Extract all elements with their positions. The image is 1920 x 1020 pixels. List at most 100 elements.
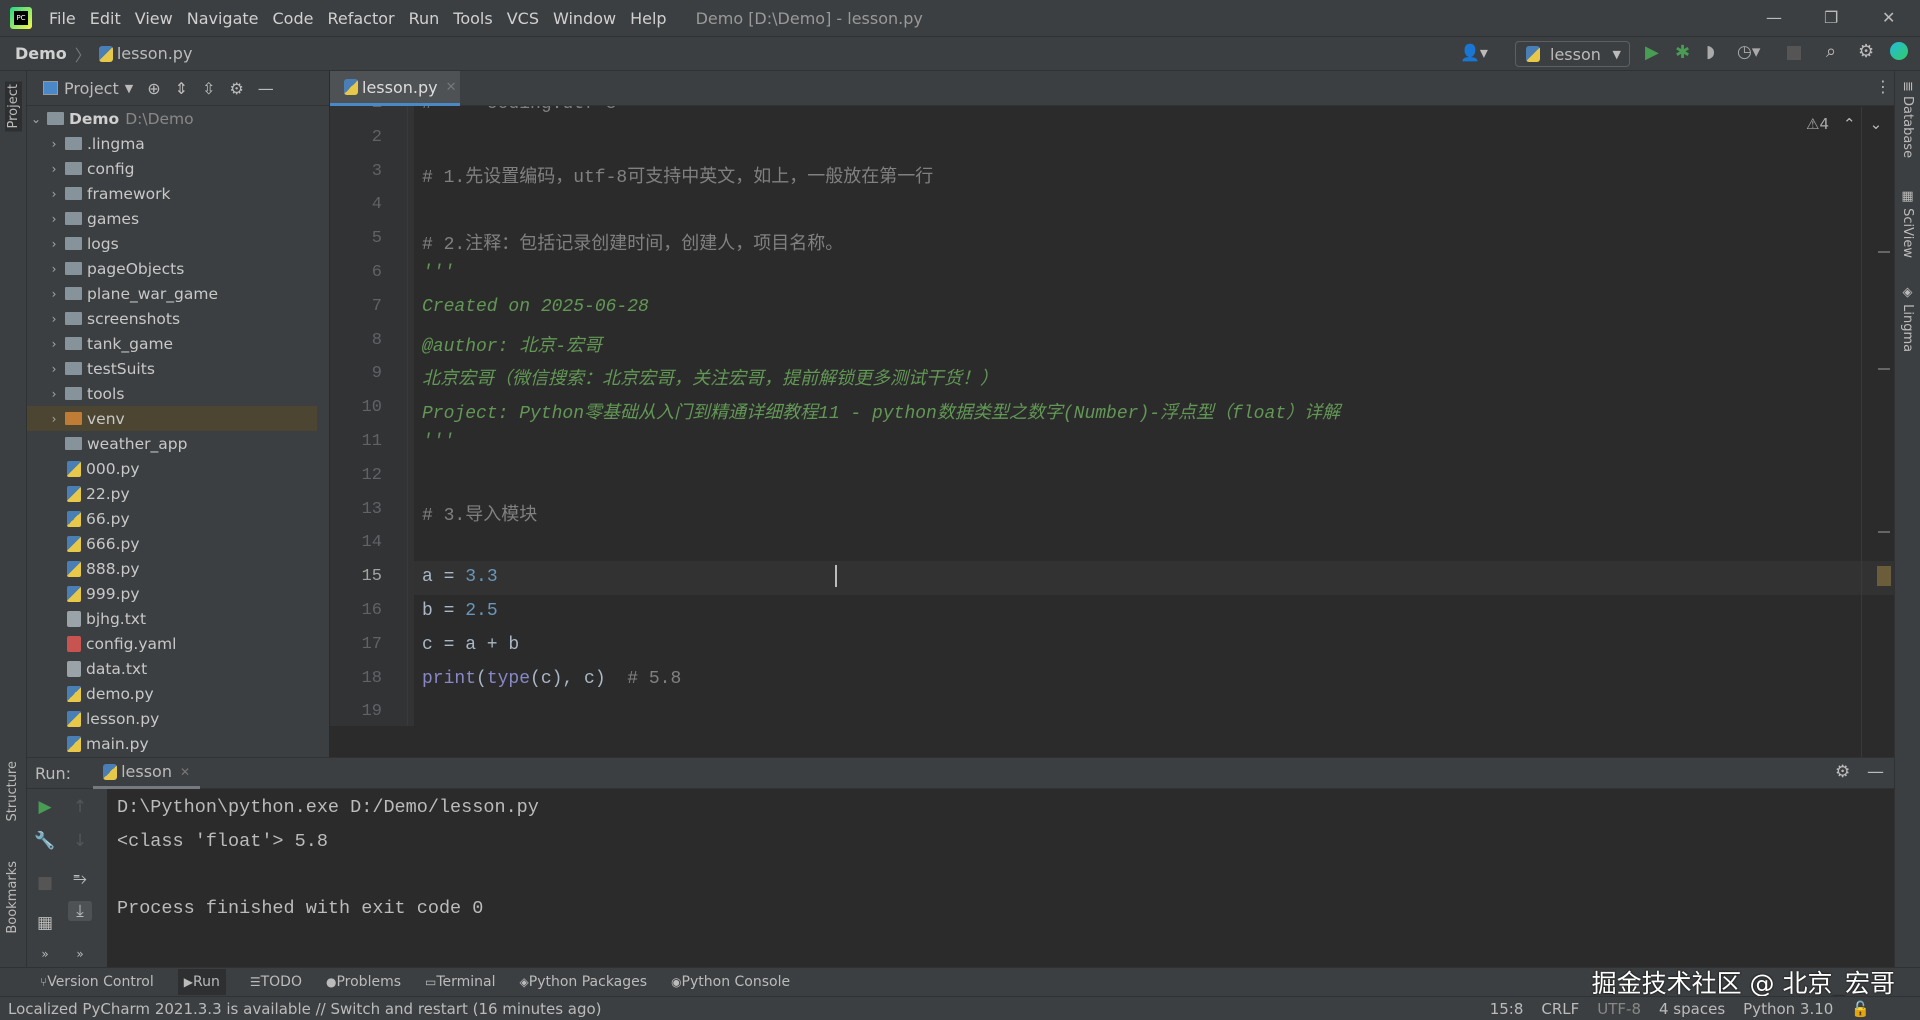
hide-icon[interactable]: — (1867, 762, 1884, 782)
tree-item[interactable]: main.py (27, 731, 317, 756)
file-encoding[interactable]: UTF-8 (1597, 1000, 1641, 1018)
tree-item[interactable]: › .lingma (27, 131, 317, 156)
code-line[interactable]: # 1.先设置编码，utf-8可支持中英文，如上，一般放在第一行 (422, 162, 933, 188)
project-view-selector[interactable]: Project ▼ (43, 79, 133, 98)
interpreter[interactable]: Python 3.10 (1743, 1000, 1833, 1018)
menu-view[interactable]: View (128, 9, 180, 28)
code-line[interactable]: @author: 北京-宏哥 (422, 331, 602, 357)
tree-item[interactable]: bjhg.txt (27, 606, 317, 631)
chevron-right-icon[interactable]: › (47, 162, 61, 176)
chevron-right-icon[interactable]: › (47, 362, 61, 376)
code-line[interactable]: # 3.导入模块 (422, 500, 537, 526)
chevron-right-icon[interactable]: › (47, 262, 61, 276)
tree-item[interactable]: › screenshots (27, 306, 317, 331)
tool-terminal[interactable]: ▭ Terminal (425, 974, 496, 990)
console-output[interactable]: D:\Python\python.exe D:/Demo/lesson.py <c… (27, 789, 1894, 968)
scroll-thumb[interactable] (1877, 566, 1891, 586)
profile-icon[interactable]: ◷▾ (1737, 42, 1760, 62)
line-separator[interactable]: CRLF (1541, 1000, 1579, 1018)
lingma-tool-button[interactable]: ◈ Lingma (1900, 285, 1915, 352)
tree-item[interactable]: 999.py (27, 581, 317, 606)
tree-item[interactable]: config.yaml (27, 631, 317, 656)
indent-setting[interactable]: 4 spaces (1659, 1000, 1725, 1018)
debug-icon[interactable]: ✱ (1675, 42, 1690, 63)
settings-icon[interactable]: ⚙ (1835, 762, 1850, 782)
tree-item[interactable]: 666.py (27, 531, 317, 556)
project-tool-button[interactable]: Project (5, 81, 22, 132)
chevron-right-icon[interactable]: › (47, 387, 61, 401)
menu-edit[interactable]: Edit (83, 9, 128, 28)
code-line[interactable]: Created on 2025-06-28 (422, 297, 649, 317)
restore-icon[interactable]: ❐ (1824, 8, 1838, 27)
coverage-icon[interactable]: ◗ (1706, 42, 1715, 62)
code-line[interactable]: # -*- coding:utf-8 -*- (422, 106, 660, 114)
tree-item[interactable]: 66.py (27, 506, 317, 531)
menu-window[interactable]: Window (546, 9, 623, 28)
code-line[interactable]: # 2.注释：包括记录创建时间，创建人，项目名称。 (422, 229, 843, 255)
tree-item[interactable]: › plane_war_game (27, 281, 317, 306)
search-icon[interactable]: ⌕ (1826, 41, 1836, 62)
structure-tool-button[interactable]: Structure (5, 761, 20, 821)
tree-item[interactable]: › config (27, 156, 317, 181)
caret-position[interactable]: 15:8 (1490, 1000, 1524, 1018)
inspection-widget[interactable]: ⚠4 ⌃ ⌄ (1806, 115, 1882, 133)
tree-item[interactable]: data.txt (27, 656, 317, 681)
menu-navigate[interactable]: Navigate (180, 9, 266, 28)
tool-run[interactable]: ▶ Run (177, 969, 226, 995)
menu-file[interactable]: File (42, 9, 83, 28)
tree-root[interactable]: ⌄ Demo D:\Demo (27, 106, 317, 131)
hide-icon[interactable]: — (258, 79, 274, 98)
run-tab-lesson[interactable]: lesson ✕ (93, 758, 201, 789)
gear-icon[interactable]: ⚙ (1858, 41, 1874, 62)
menu-tools[interactable]: Tools (446, 9, 499, 28)
sciview-tool-button[interactable]: ▦ SciView (1900, 189, 1915, 258)
close-icon[interactable]: ✕ (1882, 8, 1895, 27)
menu-refactor[interactable]: Refactor (320, 9, 401, 28)
tool-python-console[interactable]: ◉ Python Console (671, 974, 790, 990)
tree-item[interactable]: › venv (27, 406, 317, 431)
chevron-right-icon[interactable]: › (47, 412, 61, 426)
chevron-right-icon[interactable]: › (47, 137, 61, 151)
tree-item[interactable]: › framework (27, 181, 317, 206)
code-line[interactable]: b = 2.5 (422, 601, 498, 621)
menu-code[interactable]: Code (266, 9, 321, 28)
code-line[interactable]: print(type(c), c) # 5.8 (422, 669, 681, 689)
settings-icon[interactable]: ⚙ (229, 79, 243, 98)
next-highlight-icon[interactable]: ⌄ (1870, 115, 1883, 133)
tree-item[interactable]: › pageObjects (27, 256, 317, 281)
code-line[interactable]: ''' (422, 263, 454, 283)
breadcrumb-project[interactable]: Demo (15, 44, 67, 63)
menu-vcs[interactable]: VCS (500, 9, 546, 28)
chevron-right-icon[interactable]: › (47, 212, 61, 226)
tool-problems[interactable]: ● Problems (326, 974, 401, 990)
tree-item[interactable]: › tools (27, 381, 317, 406)
tree-item[interactable]: lesson.py (27, 706, 317, 731)
code-line[interactable]: a = 3.3 (422, 567, 498, 587)
user-icon[interactable]: 👤▾ (1460, 43, 1488, 62)
chevron-right-icon[interactable]: › (47, 312, 61, 326)
database-tool-button[interactable]: ≣ Database (1900, 81, 1915, 158)
code-line[interactable]: Project: Python零基础从入门到精通详细教程11 - python数… (422, 398, 1340, 424)
chevron-right-icon[interactable]: › (47, 287, 61, 301)
tree-item[interactable]: › tank_game (27, 331, 317, 356)
tree-item[interactable]: › games (27, 206, 317, 231)
menu-help[interactable]: Help (623, 9, 673, 28)
tool-version-control[interactable]: ⑂ Version Control (40, 974, 154, 990)
code-area[interactable]: 1 # -*- coding:utf-8 -*- 2 3 # 1.先设置编码，utf-8… (330, 106, 1894, 726)
chevron-right-icon[interactable]: › (47, 187, 61, 201)
tree-item[interactable]: demo.py (27, 681, 317, 706)
chevron-right-icon[interactable]: › (47, 337, 61, 351)
status-message[interactable]: Localized PyCharm 2021.3.3 is available … (8, 1000, 602, 1018)
prev-highlight-icon[interactable]: ⌃ (1843, 115, 1856, 133)
close-run-tab-icon[interactable]: ✕ (180, 765, 190, 779)
code-line[interactable]: 北京宏哥（微信搜索：北京宏哥，关注宏哥，提前解锁更多测试干货！） (422, 364, 998, 390)
expand-all-icon[interactable]: ⇕ (175, 79, 188, 98)
tree-item[interactable]: 22.py (27, 481, 317, 506)
lock-icon[interactable]: 🔓 (1851, 1000, 1870, 1018)
run-icon[interactable]: ▶ (1645, 42, 1659, 63)
bookmarks-tool-button[interactable]: Bookmarks (5, 861, 20, 934)
tool-python-packages[interactable]: ◈ Python Packages (520, 974, 648, 990)
lingma-icon[interactable] (1890, 42, 1908, 60)
tree-item[interactable]: 000.py (27, 456, 317, 481)
menu-run[interactable]: Run (402, 9, 447, 28)
